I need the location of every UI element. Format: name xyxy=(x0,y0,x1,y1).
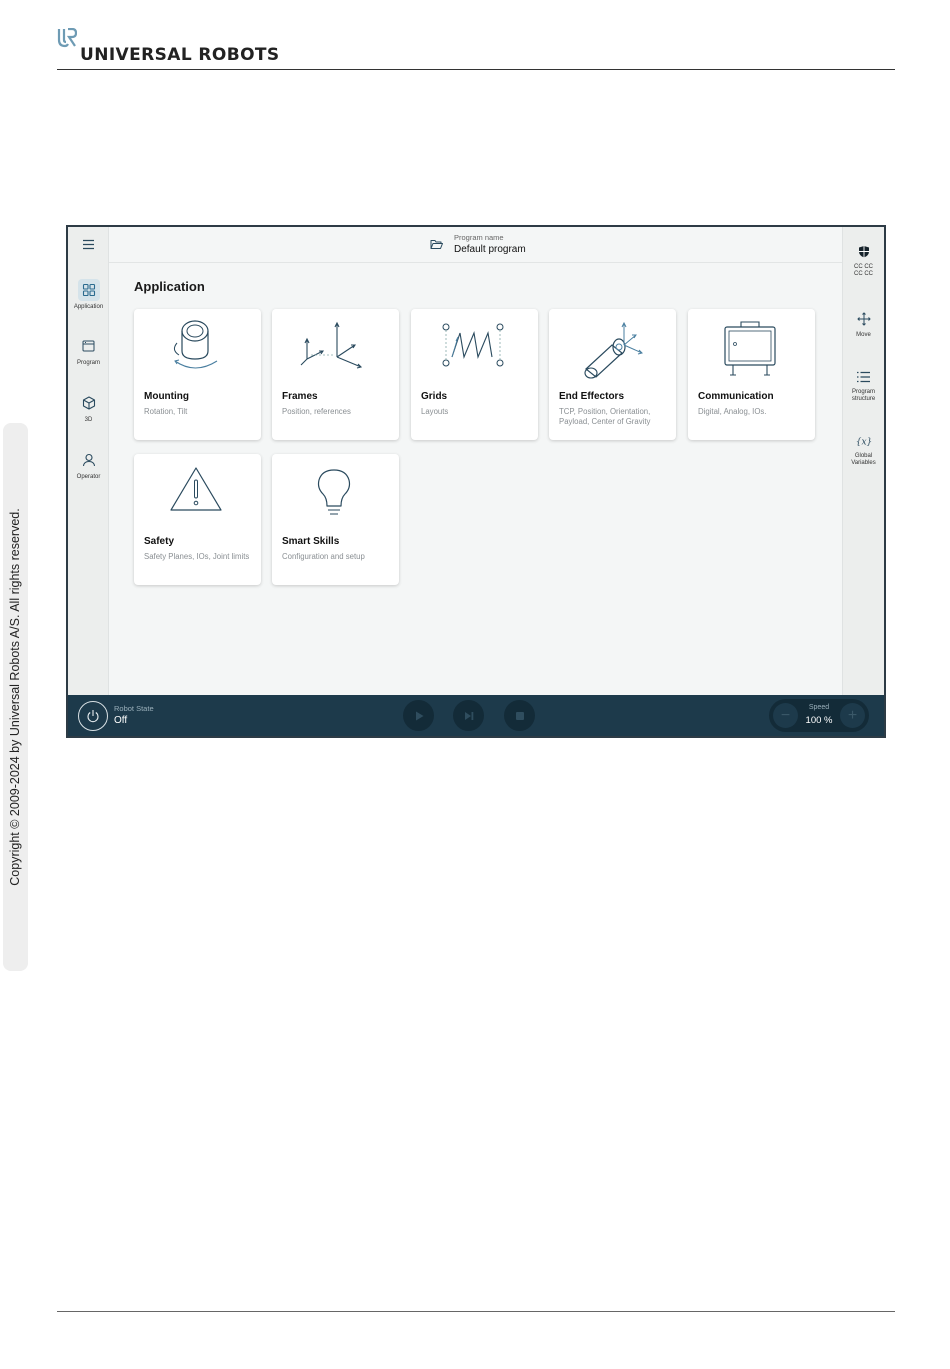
footer-divider xyxy=(57,1311,895,1312)
speed-increase-button[interactable]: + xyxy=(840,703,865,728)
window-icon xyxy=(82,340,95,352)
program-name-label: Program name xyxy=(454,233,504,242)
move-button[interactable]: Move xyxy=(843,312,884,339)
play-button[interactable] xyxy=(403,700,434,731)
status-bar: Robot State Off − Speed 100 % + xyxy=(68,695,884,736)
move-label: Move xyxy=(856,332,871,338)
list-icon xyxy=(857,371,870,383)
person-icon xyxy=(82,453,95,467)
card-safety[interactable]: Safety Safety Planes, IOs, Joint limits xyxy=(134,454,261,585)
card-title: Mounting xyxy=(144,391,189,402)
shield-icon xyxy=(858,246,869,258)
hamburger-menu-button[interactable] xyxy=(68,239,109,250)
grids-icon xyxy=(442,323,504,367)
card-communication[interactable]: Communication Digital, Analog, IOs. xyxy=(688,309,815,440)
step-button[interactable] xyxy=(453,700,484,731)
nav-item-3d[interactable]: 3D xyxy=(68,392,109,424)
stop-button[interactable] xyxy=(504,700,535,731)
universal-robots-logo: UNIVERSAL ROBOTS xyxy=(57,28,297,65)
nav-label: Operator xyxy=(76,474,101,480)
speed-control: − Speed 100 % + xyxy=(769,699,869,732)
stop-icon xyxy=(515,711,524,720)
skip-next-icon xyxy=(464,711,473,720)
svg-text:{x}: {x} xyxy=(856,438,872,448)
card-title: Grids xyxy=(421,391,448,402)
power-button[interactable] xyxy=(78,701,108,731)
card-subtitle: Safety Planes, IOs, Joint limits xyxy=(144,552,250,561)
card-title: End Effectors xyxy=(559,391,625,402)
global-variables-button[interactable]: {x} Global Variables xyxy=(843,435,884,467)
control-box-icon xyxy=(724,321,776,376)
card-subtitle: TCP, Position, Orientation, Payload, Cen… xyxy=(559,407,651,426)
card-subtitle: Layouts xyxy=(421,407,449,416)
card-title: Communication xyxy=(698,391,774,402)
header-divider xyxy=(57,69,895,70)
card-grids[interactable]: Grids Layouts xyxy=(411,309,538,440)
nav-item-operator[interactable]: Operator xyxy=(68,449,109,481)
page-title: Application xyxy=(134,279,205,294)
card-title: Safety xyxy=(144,536,175,547)
card-smart-skills[interactable]: Smart Skills Configuration and setup xyxy=(272,454,399,585)
nav-item-program[interactable]: Program xyxy=(68,335,109,367)
program-name[interactable]: Default program xyxy=(454,244,526,255)
move-arrows-icon xyxy=(856,312,871,326)
robot-state-label: Robot State xyxy=(114,704,154,713)
nav-label: Application xyxy=(73,304,104,310)
brand-wordmark: UNIVERSAL ROBOTS xyxy=(80,45,280,65)
mounting-icon xyxy=(173,320,218,369)
hamburger-icon xyxy=(83,239,94,250)
program-structure-button[interactable]: Program structure xyxy=(843,371,884,403)
folder-open-icon[interactable] xyxy=(430,239,443,250)
nav-label: 3D xyxy=(84,417,93,423)
card-subtitle: Digital, Analog, IOs. xyxy=(698,407,767,416)
card-mounting[interactable]: Mounting Rotation, Tilt xyxy=(134,309,261,440)
lightbulb-icon xyxy=(317,469,351,515)
card-subtitle: Position, references xyxy=(282,407,351,416)
cube-icon xyxy=(82,396,95,410)
global-variables-label: Global Variables xyxy=(851,453,876,466)
card-title: Smart Skills xyxy=(282,536,340,547)
safety-checksum-button[interactable]: CC CC CC CC xyxy=(843,245,884,278)
frames-icon xyxy=(300,321,363,369)
checksum-label: CC CC CC CC xyxy=(854,264,873,277)
variable-icon: {x} xyxy=(856,438,872,448)
card-end-effectors[interactable]: End Effectors TCP, Position, Orientation… xyxy=(549,309,676,440)
card-title: Frames xyxy=(282,391,318,402)
end-effector-icon xyxy=(584,321,643,379)
robot-state-value: Off xyxy=(114,715,128,726)
copyright-text: Copyright © 2009-2024 by Universal Robot… xyxy=(8,508,22,886)
program-structure-label: Program structure xyxy=(851,389,876,402)
card-subtitle: Configuration and setup xyxy=(282,552,365,561)
polyscope-screen: Application Program 3D Operator Program … xyxy=(66,225,886,738)
power-icon xyxy=(87,710,99,723)
nav-label: Program xyxy=(76,360,100,366)
right-navigation: CC CC CC CC Move Program structure {x} G… xyxy=(842,227,884,695)
card-subtitle: Rotation, Tilt xyxy=(144,407,188,416)
program-header: Program name Default program xyxy=(109,227,842,263)
card-frames[interactable]: Frames Position, references xyxy=(272,309,399,440)
left-navigation: Application Program 3D Operator xyxy=(68,227,109,695)
ur-logo-icon xyxy=(57,28,77,48)
grid-icon xyxy=(82,283,95,297)
nav-item-application[interactable]: Application xyxy=(68,279,109,311)
warning-triangle-icon xyxy=(170,467,222,511)
play-icon xyxy=(415,711,423,720)
